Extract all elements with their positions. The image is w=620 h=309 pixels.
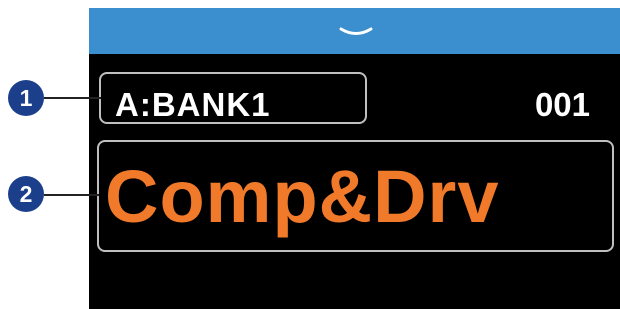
patch-name-callout-box bbox=[97, 140, 614, 252]
bank-callout-box bbox=[99, 72, 367, 124]
patch-number: 001 bbox=[534, 86, 590, 123]
callout-line-1 bbox=[44, 97, 101, 99]
top-bar[interactable] bbox=[89, 8, 620, 54]
callout-badge-2: 2 bbox=[8, 176, 44, 212]
callout-badge-1: 1 bbox=[8, 80, 44, 116]
callout-line-2 bbox=[44, 194, 99, 196]
chevron-down-icon[interactable] bbox=[339, 26, 373, 40]
